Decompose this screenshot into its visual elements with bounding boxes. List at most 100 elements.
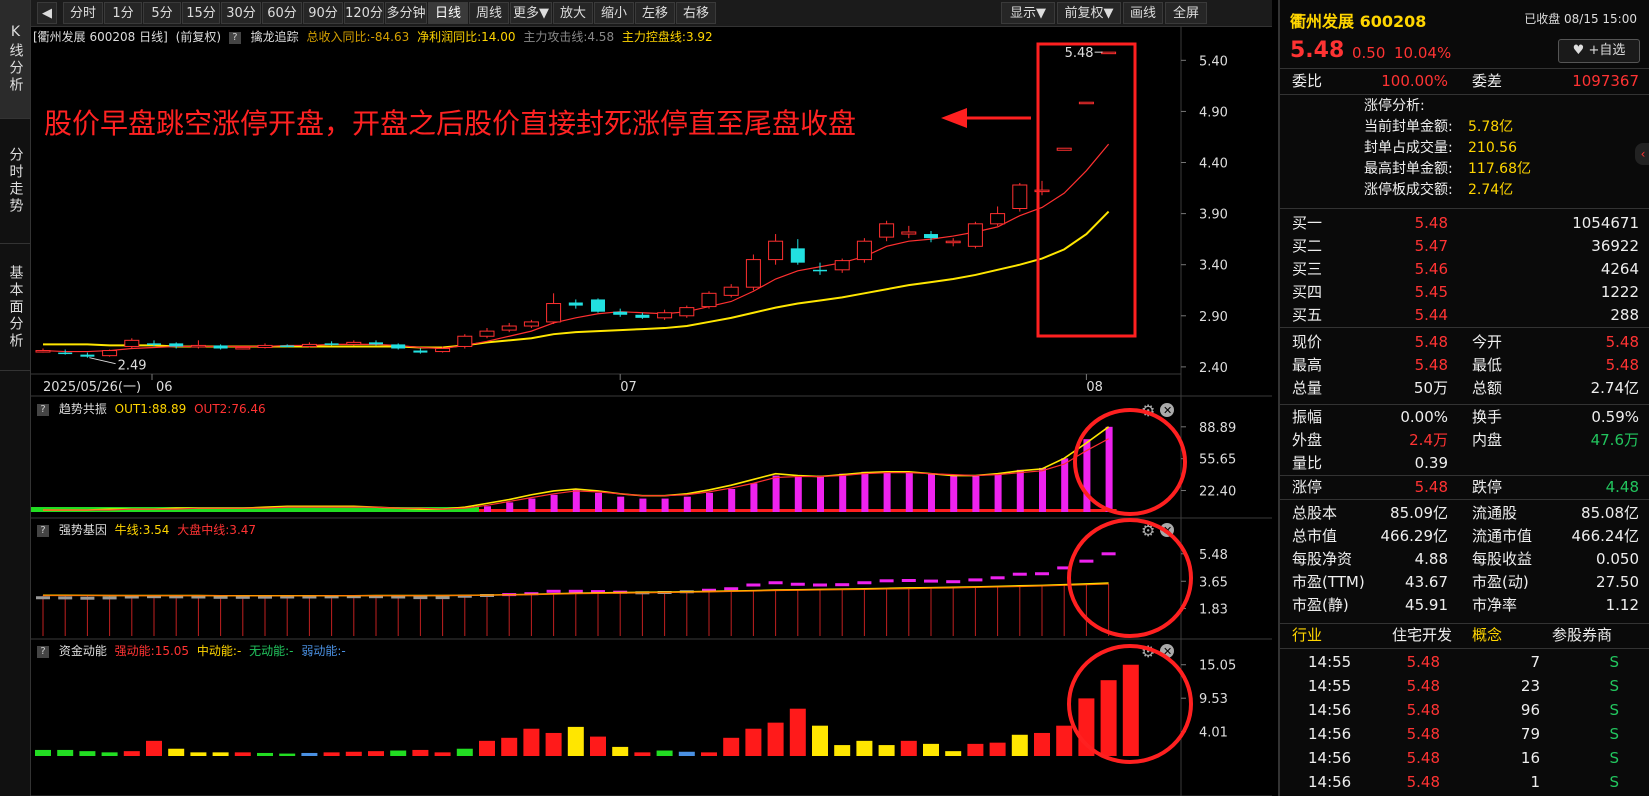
fund-bar <box>923 743 939 756</box>
limit-analysis-value: 2.74亿 <box>1468 182 1514 198</box>
limit-analysis-value: 210.56 <box>1468 140 1517 156</box>
high-price-label: 5.48 <box>1065 46 1094 61</box>
y-tick-label: 3.40 <box>1199 259 1228 274</box>
trend-bar <box>572 489 580 512</box>
industry-value[interactable]: 住宅开发 <box>1392 624 1452 647</box>
trade-time: 14:56 <box>1308 725 1352 743</box>
trend-bar <box>750 483 758 512</box>
bid-level: 买一 <box>1292 214 1323 232</box>
add-favorite-button[interactable]: ♥ +自选 <box>1558 39 1640 63</box>
trade-volume: 96 <box>1520 701 1540 719</box>
quote-row: 最高 5.48 最低 5.48 <box>1280 354 1649 377</box>
fund-bar <box>190 752 207 756</box>
candle-body <box>723 286 739 296</box>
bid-price: 5.46 <box>1414 260 1448 278</box>
quote-row: 总市值 466.29亿 流通市值 466.24亿 <box>1280 525 1649 548</box>
fund-bar <box>767 722 784 756</box>
trade-price: 5.48 <box>1406 653 1440 671</box>
candle-body <box>501 325 517 331</box>
fund-bar <box>945 751 962 756</box>
quote-value: 5.48 <box>1605 356 1639 374</box>
candle-body <box>924 234 938 239</box>
fund-bar <box>368 751 384 756</box>
y-tick-label: 22.40 <box>1199 485 1236 500</box>
weicha-label: 委差 <box>1472 72 1503 90</box>
start-date-label: 2025/05/26(一) <box>43 380 141 395</box>
quote-value: 43.67 <box>1405 573 1448 591</box>
trade-volume: 16 <box>1520 749 1540 767</box>
trend-bar <box>794 475 802 512</box>
candle-body <box>967 223 983 247</box>
fund-bar <box>1056 725 1073 756</box>
gene-bar <box>80 596 95 600</box>
candle-body <box>479 330 495 337</box>
fund-bar <box>812 725 828 756</box>
trend-bar <box>595 492 602 512</box>
quote-row: 现价 5.48 今开 5.48 <box>1280 331 1649 354</box>
candle-body <box>346 341 362 345</box>
tab-fundamentals[interactable]: 基本面分析 <box>0 244 30 371</box>
candle-body <box>568 302 583 306</box>
quote-value: 0.39 <box>1414 454 1448 472</box>
collapse-panel-icon[interactable]: ‹ <box>1635 143 1649 165</box>
candle-body <box>301 343 317 347</box>
gene-bar <box>946 580 961 584</box>
trade-price: 5.48 <box>1406 677 1440 695</box>
fund-bar <box>723 737 740 756</box>
fund-bar <box>257 752 273 756</box>
weibi-value: 100.00% <box>1381 72 1448 90</box>
quote-row: 每股净资 4.88 每股收益 0.050 <box>1280 548 1649 571</box>
fund-bar <box>345 751 362 756</box>
quote-key: 外盘 <box>1292 431 1323 449</box>
fund-bar <box>234 752 251 756</box>
trade-time: 14:56 <box>1308 701 1352 719</box>
bid-volume: 288 <box>1610 306 1639 324</box>
month-label: 08 <box>1086 380 1103 395</box>
quote-value: 85.09亿 <box>1390 504 1448 522</box>
candle-body <box>58 352 73 355</box>
price-change-pct: 10.04% <box>1394 44 1452 62</box>
bid-price: 5.47 <box>1414 237 1448 255</box>
y-tick-label: 5.40 <box>1199 54 1228 69</box>
y-tick-label: 2.40 <box>1199 361 1228 376</box>
trade-volume: 1 <box>1530 773 1540 791</box>
gene-bar <box>1012 572 1027 576</box>
fund-bar <box>1122 664 1139 756</box>
fund-bar <box>57 749 74 756</box>
quote-row: 市盈(静) 45.91 市净率 1.12 <box>1280 594 1649 617</box>
candle-body <box>901 231 917 235</box>
trend-bar <box>728 489 736 512</box>
y-tick-label: 3.65 <box>1199 575 1228 590</box>
quote-row: 涨停 5.48 跌停 4.48 <box>1280 476 1649 499</box>
tab-intraday[interactable]: 分时走势 <box>0 119 30 244</box>
fund-bar <box>323 752 340 756</box>
limit-analysis-row: 当前封单金额: 5.78亿 <box>1280 117 1649 138</box>
gene-bar <box>790 582 805 586</box>
y-tick-label: 4.01 <box>1199 726 1228 741</box>
bid-level: 买五 <box>1292 306 1323 324</box>
gene-bar <box>435 596 450 600</box>
quote-value: 2.4万 <box>1409 431 1448 449</box>
industry-row: 行业 住宅开发 概念 参股券商 <box>1280 624 1649 647</box>
candle-body <box>391 344 406 349</box>
trend-bar <box>972 475 980 512</box>
quote-value: 2.74亿 <box>1590 379 1639 397</box>
quote-value: 4.88 <box>1414 550 1448 568</box>
trade-time: 14:56 <box>1308 773 1352 791</box>
fund-bar <box>523 728 540 756</box>
candle-body <box>1078 101 1094 105</box>
quote-key: 总股本 <box>1292 504 1338 522</box>
tab-kline[interactable]: K线分析 <box>0 0 30 119</box>
fund-bar <box>789 708 806 756</box>
trade-price: 5.48 <box>1406 701 1440 719</box>
gene-bar <box>1079 559 1094 563</box>
concept-value[interactable]: 参股券商 <box>1552 624 1612 647</box>
trend-bar <box>839 473 847 512</box>
limit-analysis-key: 涨停板成交额: <box>1364 182 1453 198</box>
left-vertical-tabs: K线分析 分时走势 基本面分析 <box>0 0 31 796</box>
trade-volume: 79 <box>1520 725 1540 743</box>
trend-bar <box>905 471 913 512</box>
quote-key: 内盘 <box>1472 431 1503 449</box>
limit-analysis-key: 封单占成交量: <box>1364 140 1453 156</box>
trend-bar <box>861 471 869 512</box>
